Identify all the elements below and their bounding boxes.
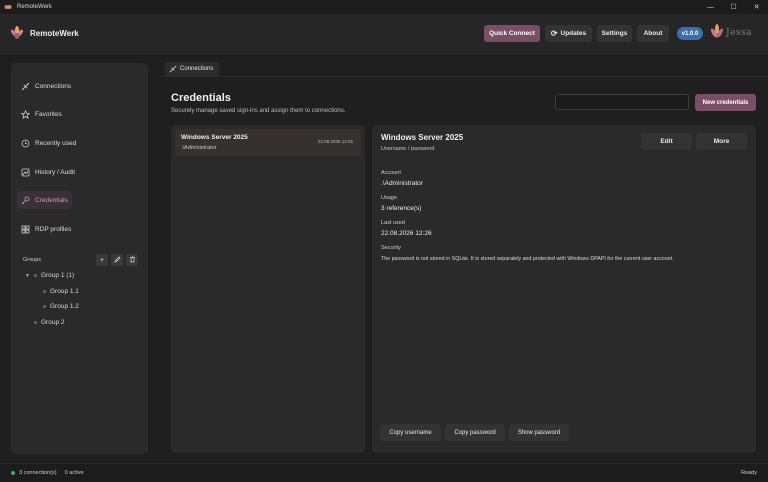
minimize-icon[interactable]: — — [699, 0, 722, 14]
key-icon — [21, 196, 30, 205]
tree-item-label: Group 2 — [41, 319, 65, 326]
credentials-list: Windows Server 2025 .\Administrator 22.0… — [171, 125, 365, 453]
sidebar-item-rdp-profiles[interactable]: RDP profiles — [17, 220, 75, 238]
search-input[interactable] — [555, 94, 689, 110]
tab-label: Connections — [180, 66, 214, 72]
title-bar: RemoteWerk — ☐ ✕ — [0, 0, 768, 14]
credential-date: 22.08.2026 12:26 — [317, 139, 353, 144]
plug-icon — [21, 82, 30, 91]
account-value: .\Administrator — [381, 180, 423, 187]
tree-item-label: Group 1.1 — [50, 288, 79, 295]
sidebar-item-credentials[interactable]: Credentials — [17, 191, 72, 209]
more-button[interactable]: More — [696, 133, 747, 150]
add-group-button[interactable]: + — [96, 254, 108, 266]
credential-user: .\Administrator — [181, 145, 217, 151]
trash-icon — [129, 255, 136, 265]
sidebar-item-connections[interactable]: Connections — [17, 77, 75, 95]
edit-group-button[interactable] — [111, 254, 123, 266]
brand-logo-icon — [10, 26, 24, 40]
detail-type: Username / password — [381, 146, 435, 152]
audit-icon — [21, 168, 30, 177]
tree-item-label: Group 1.2 — [50, 303, 79, 310]
tree-item-group-1-1[interactable]: Group 1.1 — [43, 288, 79, 295]
status-text: Ready — [741, 470, 757, 476]
account-label: Account — [381, 170, 401, 176]
sidebar-item-label: Connections — [35, 82, 72, 90]
updates-label: Updates — [560, 30, 587, 37]
plug-icon — [169, 65, 177, 73]
sidebar-item-history-audit[interactable]: History / Audit — [17, 163, 79, 181]
about-button[interactable]: About — [637, 25, 669, 42]
group-dot-icon — [43, 305, 46, 308]
tree-item-group-2[interactable]: Group 2 — [34, 319, 65, 326]
chevron-down-icon[interactable]: ▼ — [25, 273, 30, 279]
connection-count: 3 connection(s) — [19, 470, 57, 476]
partner-logo-text: Jessa — [726, 28, 753, 38]
status-dot-icon — [11, 471, 15, 475]
show-password-button[interactable]: Show password — [509, 424, 569, 441]
sidebar: Connections Favorites Recently used Hist… — [11, 63, 148, 454]
groups-label: Groups — [23, 257, 42, 263]
sidebar-item-label: RDP profiles — [35, 225, 72, 233]
app-logo-icon — [4, 3, 12, 11]
maximize-icon[interactable]: ☐ — [722, 0, 745, 14]
tree-item-group-1-2[interactable]: Group 1.2 — [43, 303, 79, 310]
security-value: The password is not stored in SQLite. It… — [381, 256, 674, 262]
tree-item-group-1[interactable]: ▼ Group 1 (1) — [25, 272, 74, 279]
page-subtitle: Securely manage saved sign-ins and assig… — [171, 108, 346, 114]
sidebar-item-recently-used[interactable]: Recently used — [17, 134, 80, 152]
sidebar-item-label: History / Audit — [35, 168, 76, 176]
usage-value: 3 reference(s) — [381, 205, 422, 212]
version-badge: v1.0.0 — [677, 27, 703, 40]
credential-detail: Windows Server 2025 Username / password … — [372, 125, 756, 453]
pencil-icon — [113, 256, 121, 265]
last-used-value: 22.08.2026 12:26 — [381, 230, 432, 237]
usage-label: Usage — [381, 195, 397, 201]
active-count: 0 active — [64, 470, 84, 476]
close-icon[interactable]: ✕ — [745, 0, 768, 14]
security-label: Security — [381, 245, 401, 251]
grid-icon — [21, 225, 30, 234]
star-icon — [21, 109, 30, 119]
group-dot-icon — [43, 290, 46, 293]
sidebar-item-label: Recently used — [35, 139, 77, 147]
history-icon — [21, 139, 30, 148]
list-item[interactable]: Windows Server 2025 .\Administrator 22.0… — [175, 129, 361, 156]
edit-button[interactable]: Edit — [641, 133, 692, 150]
new-credentials-button[interactable]: New credentials — [695, 94, 756, 111]
copy-password-button[interactable]: Copy password — [445, 424, 505, 441]
window-title: RemoteWerk — [17, 4, 52, 10]
tab-connections[interactable]: Connections — [165, 62, 219, 76]
app-header: RemoteWerk Quick Connect ⟳ Updates Setti… — [0, 14, 768, 54]
group-dot-icon — [34, 321, 37, 324]
detail-title: Windows Server 2025 — [381, 133, 464, 142]
sidebar-item-label: Favorites — [35, 110, 62, 118]
delete-group-button[interactable] — [126, 254, 138, 266]
group-dot-icon — [33, 274, 37, 277]
sidebar-item-favorites[interactable]: Favorites — [17, 105, 66, 123]
quick-connect-button[interactable]: Quick Connect — [484, 25, 540, 42]
status-bar: 3 connection(s) 0 active Ready — [0, 463, 768, 482]
tree-item-label: Group 1 (1) — [40, 272, 75, 279]
tab-divider — [160, 76, 768, 77]
refresh-icon: ⟳ — [550, 29, 558, 38]
last-used-label: Last used — [381, 220, 405, 226]
partner-logo-icon — [710, 23, 724, 43]
page-title: Credentials — [171, 92, 231, 104]
copy-username-button[interactable]: Copy username — [380, 424, 441, 441]
credential-name: Windows Server 2025 — [181, 134, 248, 141]
settings-button[interactable]: Settings — [597, 25, 632, 42]
updates-button[interactable]: ⟳ Updates — [545, 25, 592, 42]
partner-logo: Jessa — [710, 23, 752, 43]
sidebar-item-label: Credentials — [35, 196, 68, 204]
brand-name: RemoteWerk — [30, 28, 79, 38]
